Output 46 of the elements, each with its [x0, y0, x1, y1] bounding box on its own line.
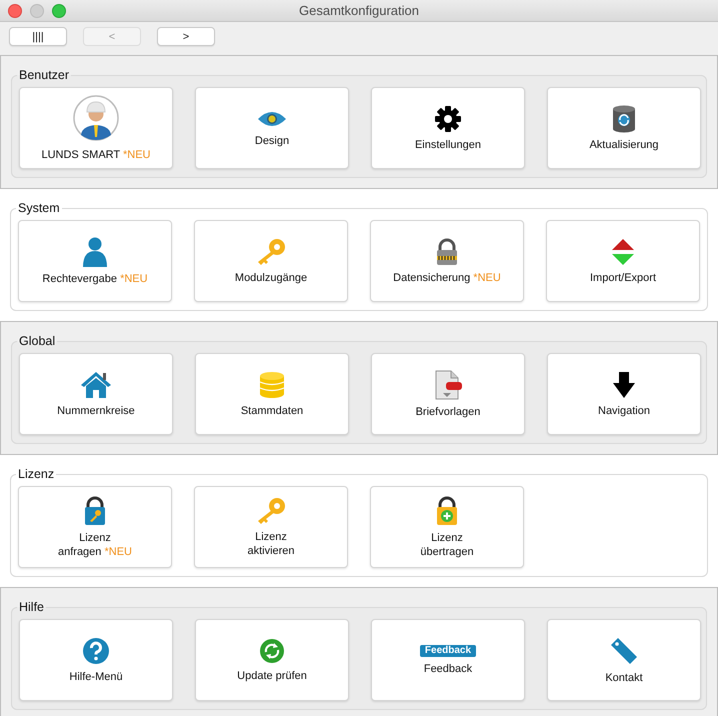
toolbar-button[interactable]: ||||	[9, 27, 67, 46]
zoom-button[interactable]	[52, 4, 66, 18]
padlock-plus-icon	[435, 496, 459, 526]
section-title: Lizenz	[18, 467, 54, 481]
config-tile[interactable]: Stammdaten	[195, 353, 349, 435]
feedback-badge: Feedback	[420, 644, 476, 656]
up-down-arrows-icon	[611, 238, 635, 266]
coin-stack-icon	[259, 370, 285, 398]
config-tile[interactable]: Design	[195, 87, 349, 169]
config-tile[interactable]: Update prüfen	[195, 619, 349, 701]
person-icon	[82, 236, 108, 266]
config-tile[interactable]: Hilfe-Menü	[19, 619, 173, 701]
config-tile[interactable]: LUNDS SMART *NEU	[19, 87, 173, 169]
config-tile[interactable]: Rechtevergabe *NEU	[18, 220, 172, 302]
refresh-icon	[259, 638, 285, 664]
config-tile[interactable]: Einstellungen	[371, 87, 525, 169]
config-tile[interactable]: Lizenz übertragen	[370, 486, 524, 568]
config-tile[interactable]: Briefvorlagen	[371, 353, 525, 435]
minimize-button[interactable]	[30, 4, 44, 18]
toolbar-button[interactable]: >	[157, 27, 215, 46]
padlock-key-icon	[83, 496, 107, 526]
config-tile[interactable]: Kontakt	[547, 619, 701, 701]
tag-icon	[609, 636, 639, 666]
settings-icon	[434, 104, 462, 132]
config-tile[interactable]: Datensicherung *NEU	[370, 220, 524, 302]
section-title: Global	[19, 334, 56, 348]
config-tile[interactable]: Lizenz anfragen *NEU	[18, 486, 172, 568]
pdf-file-icon	[433, 370, 463, 400]
config-tile[interactable]: Import/Export	[546, 220, 700, 302]
config-tile[interactable]: Feedback Feedback	[371, 619, 525, 701]
padlock-icon	[435, 238, 459, 266]
config-tile[interactable]: Nummernkreise	[19, 353, 173, 435]
config-tile[interactable]: Navigation	[547, 353, 701, 435]
config-tile[interactable]: Aktualisierung	[547, 87, 701, 169]
database-icon	[612, 104, 636, 132]
config-tile[interactable]: Modulzugänge	[194, 220, 348, 302]
home-icon	[80, 370, 112, 398]
section-title: Hilfe	[19, 600, 44, 614]
section-title: Benutzer	[19, 68, 70, 82]
section-title: System	[18, 201, 60, 215]
avatar-icon	[73, 94, 119, 140]
down-arrow-icon	[612, 370, 636, 398]
help-icon	[82, 636, 110, 664]
config-tile[interactable]: Lizenz aktivieren	[194, 486, 348, 568]
close-button[interactable]	[8, 4, 22, 18]
window-title: Gesamtkonfiguration	[299, 3, 419, 18]
